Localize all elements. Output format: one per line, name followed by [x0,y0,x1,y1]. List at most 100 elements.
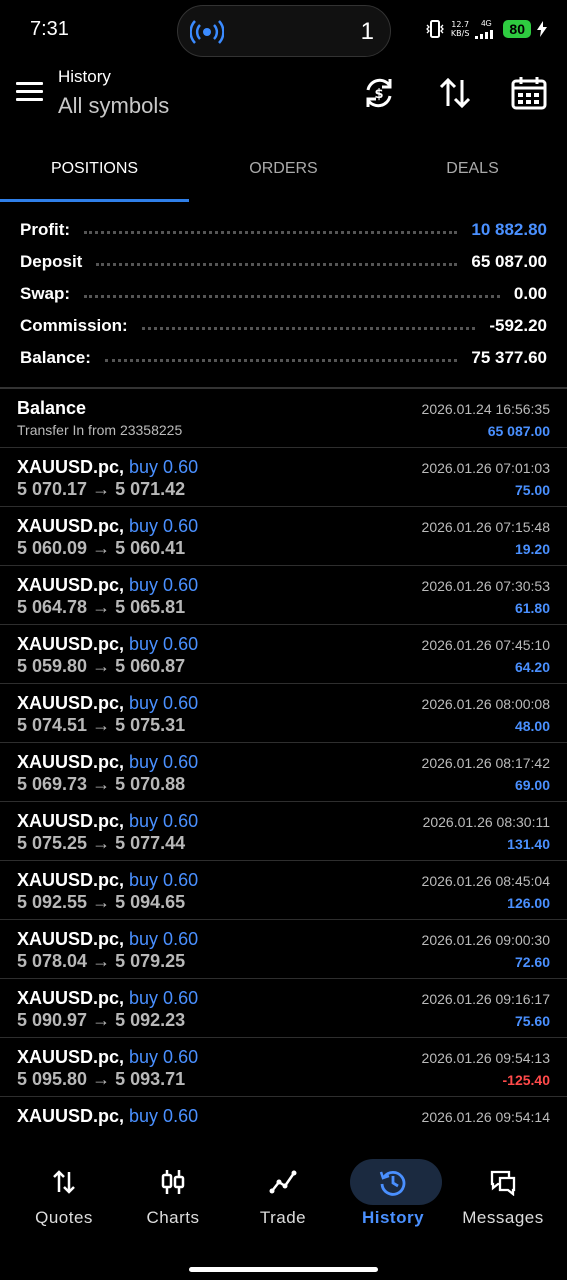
balance-row-title: Balance [17,398,87,418]
charging-icon [537,21,547,37]
live-activity-pill[interactable]: 1 [177,5,391,57]
tab-deals[interactable]: DEALS [378,140,567,202]
deal-side: buy 0.60 [129,575,199,595]
chat-bubbles-icon [490,1170,516,1196]
deal-row[interactable]: XAUUSD.pc, buy 0.60 5 060.09 → 5 060.41 20… [0,507,567,566]
nav-charts[interactable]: Charts [118,1158,228,1228]
profit-label: Profit: [20,220,71,239]
deal-symbol-line: XAUUSD.pc, buy 0.60 [17,929,198,950]
deal-time: 2026.01.26 08:00:08 [421,696,550,712]
menu-icon[interactable] [16,82,43,102]
deal-profit: 19.20 [514,541,550,557]
deal-side: buy 0.60 [129,634,199,654]
deal-prices: 5 074.51 → 5 075.31 [17,715,186,735]
page-title: History [58,67,111,86]
deal-side: buy 0.60 [129,988,199,1008]
deposit-label: Deposit [20,252,83,271]
deal-symbol: XAUUSD.pc, [17,811,125,831]
nav-history[interactable]: History [338,1158,448,1228]
deal-time: 2026.01.26 07:15:48 [421,519,550,535]
deal-side: buy 0.60 [129,752,199,772]
deal-symbol-line: XAUUSD.pc, buy 0.60 [17,870,198,891]
deal-row[interactable]: XAUUSD.pc, buy 0.60 2026.01.26 09:54:14 [0,1097,567,1131]
balance-row-time: 2026.01.24 16:56:35 [421,401,550,417]
deal-time: 2026.01.26 08:30:11 [422,814,550,830]
deal-symbol: XAUUSD.pc, [17,693,125,713]
deal-time: 2026.01.26 09:54:14 [421,1109,550,1125]
balance-value: 75 377.60 [471,348,547,367]
deal-symbol-line: XAUUSD.pc, buy 0.60 [17,693,198,714]
deal-symbol-line: XAUUSD.pc, buy 0.60 [17,752,198,773]
deal-symbol-line: XAUUSD.pc, buy 0.60 [17,634,198,655]
deal-row[interactable]: XAUUSD.pc, buy 0.60 5 074.51 → 5 075.31 20… [0,684,567,743]
swap-value: 0.00 [513,284,547,303]
net-speed: 12.7 KB/S [451,20,470,38]
deal-symbol-line: XAUUSD.pc, buy 0.60 [17,516,198,537]
deal-profit: 75.00 [514,482,550,498]
deal-row[interactable]: XAUUSD.pc, buy 0.60 5 059.80 → 5 060.87 20… [0,625,567,684]
deal-symbol: XAUUSD.pc, [17,634,125,654]
summary-commission: Commission: -592.20 [0,310,567,342]
status-time: 7:31 [30,18,69,40]
nav-trade[interactable]: Trade [228,1158,338,1228]
candlestick-icon [161,1170,185,1194]
status-bar: 7:31 1 12.7 KB/S 4G 80 [0,0,567,60]
net-speed-value: 12.7 [451,20,470,29]
deal-row[interactable]: XAUUSD.pc, buy 0.60 5 069.73 → 5 070.88 20… [0,743,567,802]
commission-value: -592.20 [489,316,547,335]
deal-row[interactable]: XAUUSD.pc, buy 0.60 5 090.97 → 5 092.23 20… [0,979,567,1038]
summary-profit: Profit: 10 882.80 [0,214,567,246]
deal-profit: 69.00 [514,777,550,793]
nav-trade-label: Trade [259,1208,307,1227]
deals-list[interactable]: Balance Transfer In from 23358225 2026.0… [0,389,567,1131]
balance-label: Balance: [20,348,91,367]
deal-prices: 5 064.78 → 5 065.81 [17,597,186,617]
svg-text:$: $ [374,87,383,102]
calendar-icon[interactable] [510,74,548,112]
deal-profit: 61.80 [514,600,550,616]
deal-row[interactable]: XAUUSD.pc, buy 0.60 5 070.17 → 5 071.42 20… [0,448,567,507]
list-item-balance[interactable]: Balance Transfer In from 23358225 2026.0… [0,389,567,448]
deal-row[interactable]: XAUUSD.pc, buy 0.60 5 064.78 → 5 065.81 20… [0,566,567,625]
deal-symbol-line: XAUUSD.pc, buy 0.60 [17,988,198,1009]
deal-symbol-line: XAUUSD.pc, buy 0.60 [17,1106,198,1127]
deal-side: buy 0.60 [129,457,199,477]
deal-profit: 131.40 [507,836,550,852]
deal-time: 2026.01.26 08:17:42 [421,755,550,771]
deal-prices: 5 069.73 → 5 070.88 [17,774,186,794]
deal-profit: -125.40 [502,1072,550,1088]
arrows-updown-icon [53,1170,75,1194]
notification-count: 1 [360,18,374,45]
deal-row[interactable]: XAUUSD.pc, buy 0.60 5 092.55 → 5 094.65 20… [0,861,567,920]
tab-positions[interactable]: POSITIONS [0,140,189,202]
deal-time: 2026.01.26 07:45:10 [421,637,550,653]
home-indicator[interactable] [189,1267,378,1272]
deal-time: 2026.01.26 07:01:03 [421,460,550,476]
deal-row[interactable]: XAUUSD.pc, buy 0.60 5 075.25 → 5 077.44 20… [0,802,567,861]
vibrate-icon [425,20,444,38]
battery-level: 80 [503,20,531,38]
symbol-filter[interactable]: All symbols [58,93,169,119]
refresh-currency-icon[interactable]: $ [360,74,398,112]
tab-orders[interactable]: ORDERS [189,140,378,202]
deal-side: buy 0.60 [129,516,199,536]
summary-deposit: Deposit 65 087.00 [0,246,567,278]
deal-row[interactable]: XAUUSD.pc, buy 0.60 5 078.04 → 5 079.25 20… [0,920,567,979]
nav-messages[interactable]: Messages [448,1158,558,1228]
network-type: 4G [481,19,492,28]
deal-prices: 5 092.55 → 5 094.65 [17,892,186,912]
deal-side: buy 0.60 [129,811,199,831]
signal-icon: 4G [475,19,497,39]
deal-row[interactable]: XAUUSD.pc, buy 0.60 5 095.80 → 5 093.71 20… [0,1038,567,1097]
status-indicators: 12.7 KB/S 4G 80 [425,18,547,40]
swap-label: Swap: [20,284,71,303]
nav-quotes[interactable]: Quotes [9,1158,119,1228]
balance-row-desc: Transfer In from 23358225 [17,422,183,438]
deal-profit: 64.20 [514,659,550,675]
deal-prices: 5 060.09 → 5 060.41 [17,538,186,558]
deal-symbol: XAUUSD.pc, [17,516,125,536]
deal-symbol: XAUUSD.pc, [17,929,125,949]
sort-icon[interactable] [436,74,474,112]
deal-time: 2026.01.26 08:45:04 [421,873,550,889]
deal-profit: 126.00 [507,895,550,911]
